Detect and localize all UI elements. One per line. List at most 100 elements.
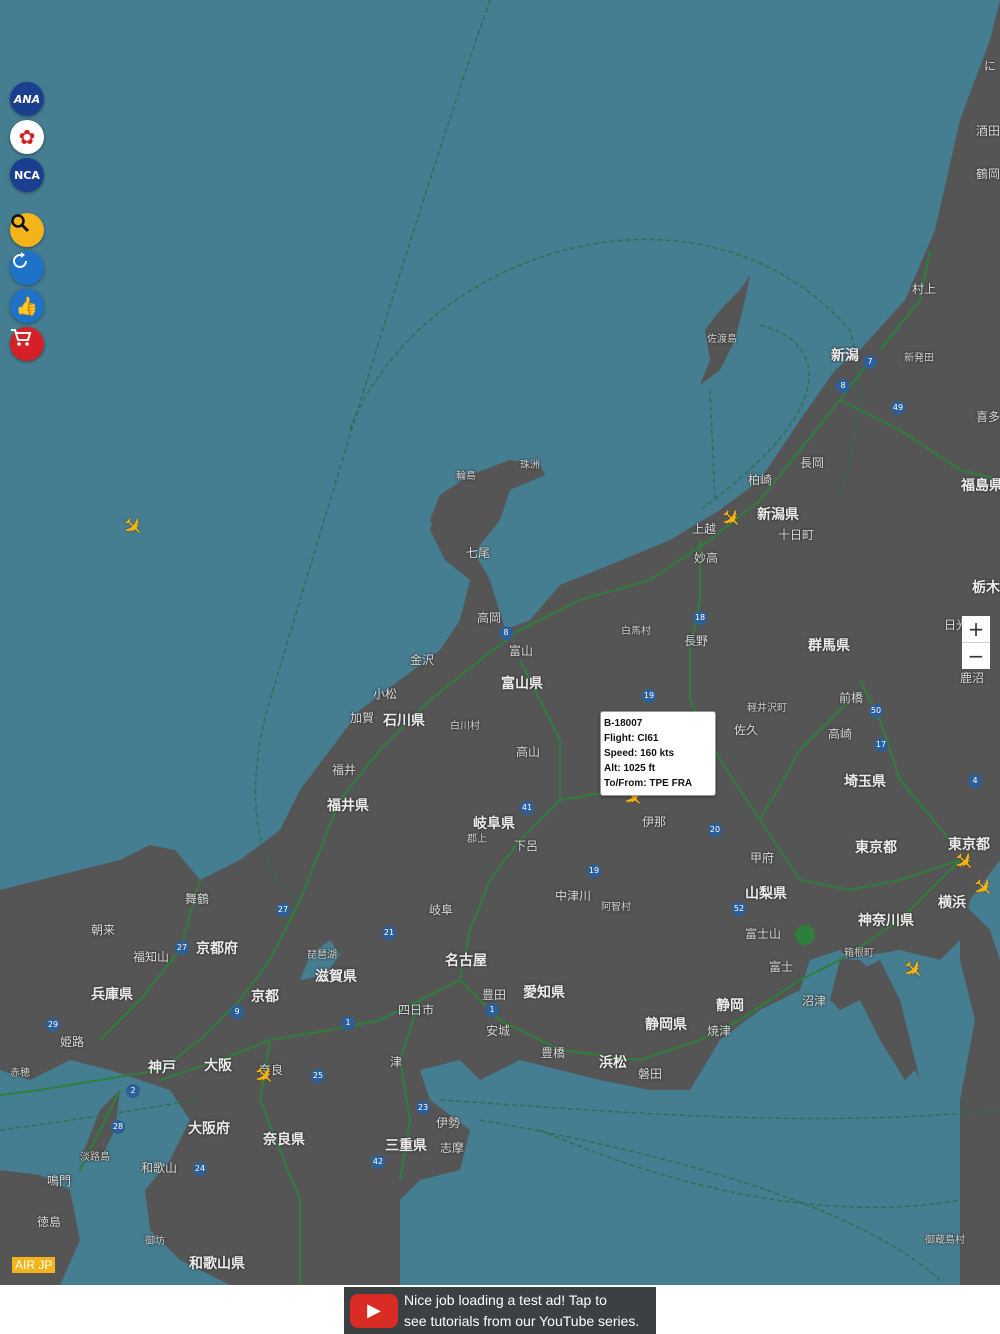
road-shield: 27	[175, 941, 189, 955]
zoom-in-button[interactable]: +	[962, 616, 990, 643]
city-label: 高岡	[476, 611, 502, 625]
city-label: 高崎	[827, 727, 853, 741]
city-label: 七尾	[465, 546, 491, 560]
city-label: 赤穂	[10, 1068, 30, 1079]
city-label: 鶴岡	[975, 167, 1000, 181]
road-shield: 19	[642, 689, 656, 703]
prefecture-label: 兵庫県	[91, 987, 133, 1003]
city-label: 徳島	[36, 1215, 62, 1229]
nca-label: NCA	[14, 168, 40, 182]
city-label: 沼津	[801, 994, 827, 1008]
prefecture-label: 愛知県	[523, 985, 565, 1001]
city-label: 岐阜	[428, 903, 454, 917]
city-label: 佐久	[733, 723, 759, 737]
flight-map[interactable]: 新潟県 富山県 石川県 福井県 岐阜県 群馬県 埼玉県 東京都 神奈川県 山梨県…	[0, 0, 1000, 1285]
fuji-area	[795, 925, 815, 945]
shop-button[interactable]	[10, 327, 44, 361]
city-label: 小松	[372, 687, 398, 701]
popup-altitude: Alt: 1025 ft	[604, 763, 656, 774]
city-label: 加賀	[349, 711, 375, 725]
popup-speed: Speed: 160 kts	[604, 748, 675, 759]
ana-filter-button[interactable]: ANA	[10, 82, 44, 116]
city-label: 朝来	[90, 923, 116, 937]
refresh-button[interactable]	[10, 251, 44, 285]
city-label: 高山	[515, 745, 541, 759]
road-shield: 1	[341, 1016, 355, 1030]
city-label: 村上	[911, 282, 937, 296]
flight-info-popup[interactable]: B-18007 Flight: CI61 Speed: 160 kts Alt:…	[600, 711, 716, 796]
prefecture-label: 大阪府	[188, 1121, 230, 1137]
city-label: 金沢	[409, 653, 435, 667]
road-shield: 27	[276, 903, 290, 917]
road-shield: 29	[46, 1018, 60, 1032]
city-label: 和歌山	[140, 1161, 178, 1175]
city-label: 甲府	[749, 851, 775, 865]
city-label: 福知山	[132, 950, 170, 964]
prefecture-label: 富山県	[501, 676, 543, 692]
city-label: 富山	[508, 644, 534, 658]
prefecture-label: 山梨県	[745, 886, 787, 902]
road-shield: 52	[732, 902, 746, 916]
ad-banner[interactable]: ▶ Nice job loading a test ad! Tap to see…	[344, 1287, 656, 1334]
youtube-icon: ▶	[350, 1293, 398, 1328]
like-button[interactable]: 👍	[10, 289, 44, 323]
city-label: 名古屋	[445, 953, 487, 969]
city-label: 豊田	[481, 988, 507, 1002]
city-label: 豊橋	[540, 1046, 566, 1060]
prefecture-label: 石川県	[383, 713, 425, 729]
city-label: 長野	[683, 634, 709, 648]
city-label: 静岡	[716, 998, 744, 1014]
city-label: 浜松	[599, 1055, 627, 1071]
jal-crane-icon: ✿	[18, 125, 36, 149]
sado-island	[700, 275, 750, 385]
city-label: 軽井沢町	[747, 703, 787, 714]
city-label: 新発田	[904, 353, 934, 364]
zoom-out-button[interactable]: −	[962, 643, 990, 669]
nca-filter-button[interactable]: NCA	[10, 158, 44, 192]
city-label: 長岡	[799, 456, 825, 470]
city-label: 京都	[251, 989, 279, 1005]
city-label: 姫路	[59, 1035, 85, 1049]
city-label: 新潟	[831, 348, 859, 364]
city-label: 安城	[485, 1024, 511, 1038]
city-label: 鹿沼	[959, 671, 985, 685]
city-label: 大阪	[204, 1058, 232, 1074]
prefecture-label: 滋賀県	[315, 969, 357, 985]
ana-label: ANA	[13, 92, 41, 106]
city-label: 御蔵島村	[925, 1235, 965, 1246]
jal-filter-button[interactable]: ✿	[10, 120, 44, 154]
road-shield: 50	[869, 704, 883, 718]
search-button[interactable]	[10, 213, 44, 247]
prefecture-label: 京都府	[196, 941, 238, 957]
city-label: 妙高	[693, 551, 719, 565]
city-label: 前橋	[838, 691, 864, 705]
road-shield: 4	[968, 774, 982, 788]
city-label: 輪島	[456, 471, 476, 482]
road-shield: 18	[693, 611, 707, 625]
city-label: 下呂	[513, 839, 539, 853]
road-shield: 28	[111, 1120, 125, 1134]
prefecture-label: 奈良県	[263, 1132, 305, 1148]
prefecture-label: 和歌山県	[189, 1256, 245, 1272]
popup-flight: Flight: CI61	[604, 733, 659, 744]
city-label: 淡路島	[80, 1152, 110, 1163]
prefecture-label: 神奈川県	[858, 913, 914, 929]
city-label: 酒田	[975, 124, 1000, 138]
honshu-landmass	[0, 0, 1000, 1285]
city-label: 伊勢	[435, 1116, 461, 1130]
prefecture-label: 三重県	[385, 1138, 427, 1154]
city-label: 郡上	[467, 834, 487, 845]
city-label: 富士	[768, 960, 794, 974]
ad-text-line2: see tutorials from our YouTube series.	[404, 1312, 640, 1329]
boso-peninsula	[960, 900, 1000, 1285]
city-label: 神戸	[148, 1060, 176, 1076]
city-label: 福井	[331, 763, 357, 777]
city-label: 津	[389, 1055, 403, 1069]
prefecture-label: 新潟県	[757, 507, 799, 523]
city-label: 珠洲	[520, 460, 540, 471]
road-shield: 2	[126, 1084, 140, 1098]
city-label: 阿智村	[601, 902, 631, 913]
prefecture-label: 埼玉県	[844, 774, 886, 790]
ad-text: Nice job loading a test ad! Tap to see t…	[404, 1290, 639, 1332]
road-shield: 17	[874, 738, 888, 752]
